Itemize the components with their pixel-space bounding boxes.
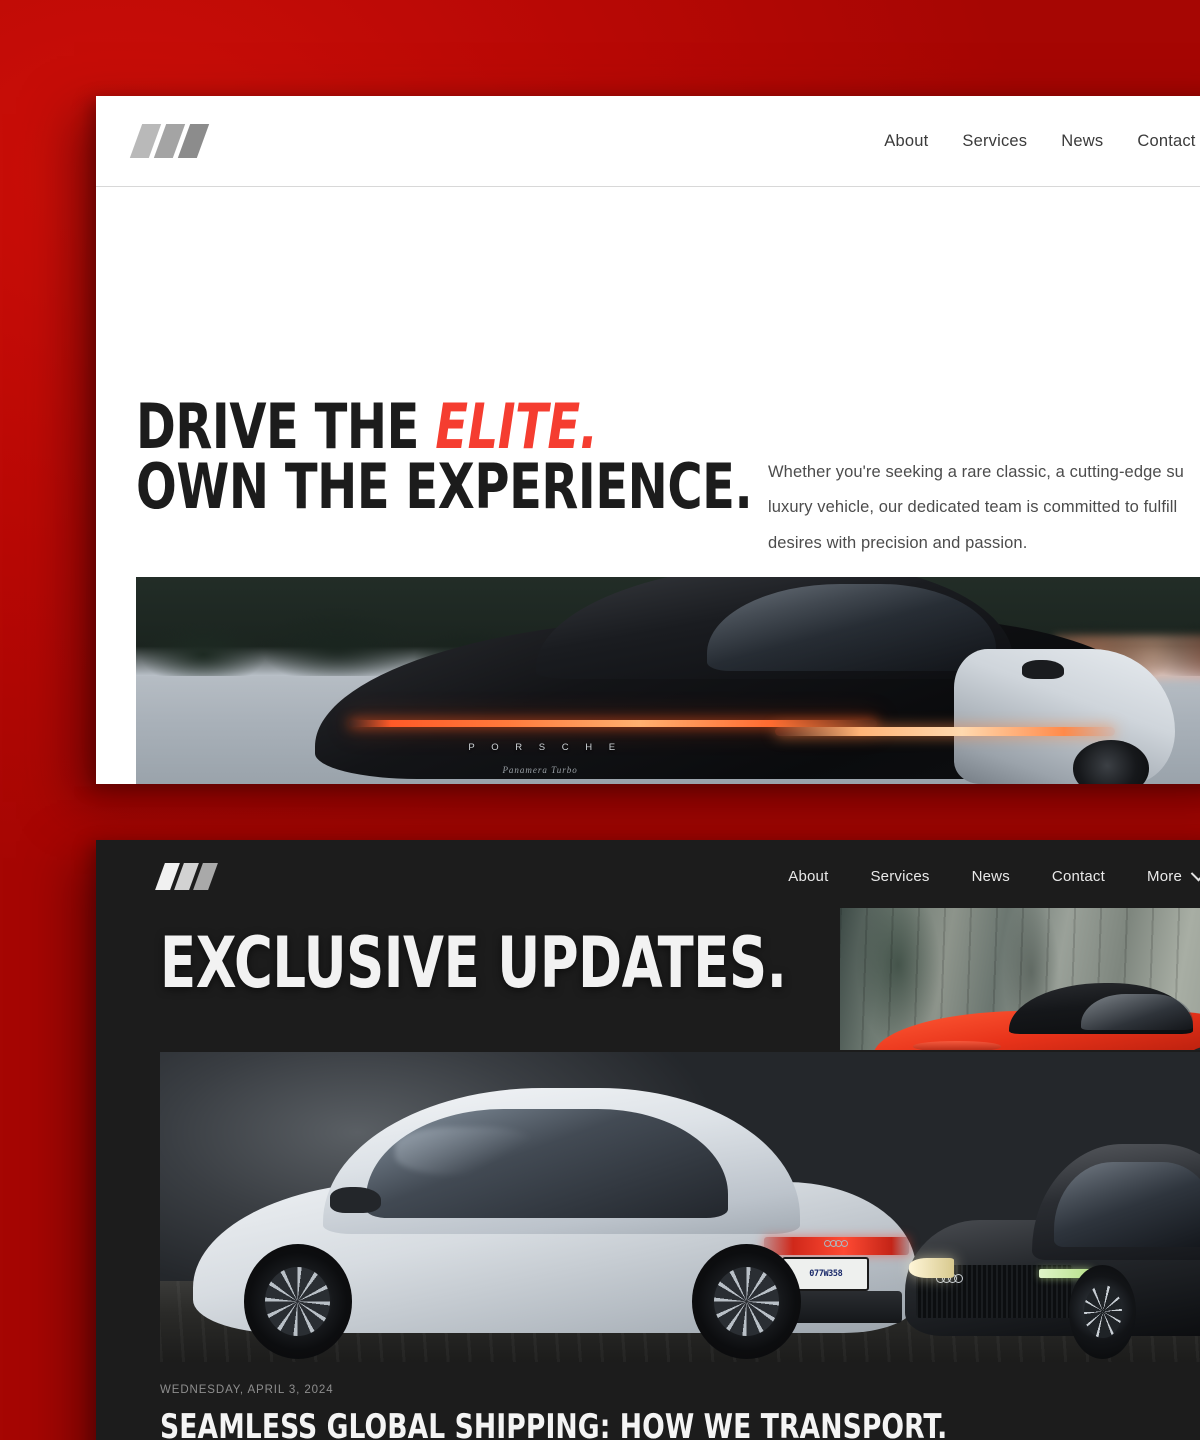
primary-nav-dark: About Services News Contact More [788,865,1200,885]
rs7-rear-wheel [692,1244,801,1360]
nav-item-news-dark[interactable]: News [972,868,1010,885]
car-model-badge: Panamera Turbo [502,764,578,775]
rs7-rear-diffuser [786,1291,902,1323]
hero-heading: DRIVE THE ELITE. OWN THE EXPERIENCE. [136,395,853,523]
hero-paragraph-line-3: desires with precision and passion. [768,533,1028,552]
primary-nav: About Services News Contact More [884,132,1200,151]
brand-logo-icon[interactable] [129,124,220,158]
news-headline[interactable]: SEAMLESS GLOBAL SHIPPING: HOW WE TRANSPO… [160,1409,947,1440]
rs7-front-wheel [243,1244,352,1360]
hero-card: About Services News Contact More DRIVE T… [96,96,1200,784]
top-navigation-bar: About Services News Contact More [96,96,1200,187]
nav-item-services[interactable]: Services [962,132,1027,151]
hero-heading-line-1: DRIVE THE ELITE. [136,395,752,457]
audi-rs6-black [905,1126,1200,1359]
rs7-side-mirror [330,1187,381,1214]
nav-item-contact-dark[interactable]: Contact [1052,868,1105,885]
hero-paragraph-line-1: Whether you're seeking a rare classic, a… [768,463,1184,481]
news-date: WEDNESDAY, APRIL 3, 2024 [160,1384,334,1396]
nav-item-contact[interactable]: Contact [1137,132,1195,151]
news-side-image-ferrari [840,908,1200,1050]
nav-item-news[interactable]: News [1061,132,1103,151]
car-taillight-bar-secondary [774,726,1116,736]
chevron-down-icon [1190,865,1200,881]
license-plate-number: 077W358 [809,1269,843,1280]
car-side-mirror [1021,659,1065,680]
nav-item-services-dark[interactable]: Services [870,868,929,885]
brand-logo-icon-dark[interactable] [155,862,228,890]
audi-rings-icon [824,1240,848,1248]
nav-item-more-dark[interactable]: More [1147,865,1200,885]
rs6-headlight [909,1258,954,1279]
hero-paragraph-line-2: luxury vehicle, our dedicated team is co… [768,498,1178,517]
porsche-scene: P O R S C H E Panamera Turbo [136,577,1200,784]
porsche-car: P O R S C H E Panamera Turbo [315,577,1175,784]
nav-item-about-dark[interactable]: About [788,868,828,885]
hero-heading-line-2: OWN THE EXPERIENCE. [136,450,753,523]
top-navigation-bar-dark: About Services News Contact More [96,840,1200,912]
news-hero-image-audi: RS7 077W358 [160,1052,1200,1362]
ferrari-car [873,982,1200,1050]
news-card: About Services News Contact More EXCLUSI… [96,840,1200,1440]
nav-item-about[interactable]: About [884,132,928,151]
nav-more-label-dark: More [1147,867,1182,885]
ferrari-hood-vent [913,1041,1002,1050]
car-brand-badge: P O R S C H E [468,742,623,754]
rs6-front-wheel [1069,1264,1137,1359]
hero-image-porsche: P O R S C H E Panamera Turbo [136,577,1200,784]
audi-rs7-white: RS7 077W358 [192,1083,917,1360]
news-section-heading: EXCLUSIVE UPDATES. [160,922,787,1004]
